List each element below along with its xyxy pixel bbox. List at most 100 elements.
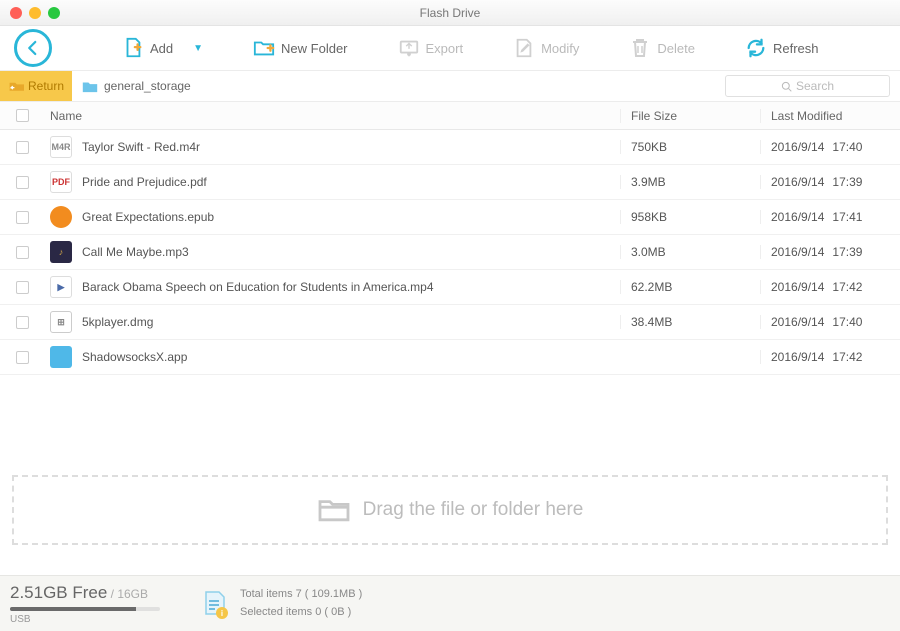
file-size: 62.2MB (620, 280, 760, 294)
row-checkbox[interactable] (16, 351, 29, 364)
file-size: 750KB (620, 140, 760, 154)
file-type-icon: ♪ (50, 241, 72, 263)
file-date: 2016/9/14 (771, 245, 824, 259)
table-header: Name File Size Last Modified (0, 102, 900, 130)
file-size: 38.4MB (620, 315, 760, 329)
add-dropdown-button[interactable]: ▼ (193, 43, 203, 54)
file-plus-icon (122, 37, 144, 59)
total-space: / 16GB (107, 587, 148, 601)
row-checkbox[interactable] (16, 281, 29, 294)
storage-bar (10, 607, 160, 611)
file-type-icon (50, 346, 72, 368)
toolbar: Add ▼ New Folder Export Modify Delete Re… (0, 26, 900, 70)
search-icon (781, 81, 792, 92)
total-items-label: Total items 7 ( 109.1MB ) (240, 586, 362, 604)
window-title: Flash Drive (0, 6, 900, 20)
column-name[interactable]: Name (44, 109, 620, 123)
storage-info: 2.51GB Free / 16GB USB (10, 583, 180, 625)
file-type-icon: ▶ (50, 276, 72, 298)
delete-label: Delete (657, 41, 695, 56)
file-type-icon (50, 206, 72, 228)
file-time: 17:41 (832, 210, 862, 224)
file-type-icon: M4R (50, 136, 72, 158)
breadcrumb[interactable]: general_storage (72, 79, 725, 93)
new-folder-button[interactable]: New Folder (253, 37, 347, 59)
file-time: 17:42 (832, 280, 862, 294)
refresh-label: Refresh (773, 41, 819, 56)
file-time: 17:39 (832, 175, 862, 189)
breadcrumb-label: general_storage (104, 79, 191, 93)
file-name: Great Expectations.epub (82, 210, 214, 224)
file-size: 958KB (620, 210, 760, 224)
table-row[interactable]: ⊞ 5kplayer.dmg 38.4MB 2016/9/14 17:40 (0, 305, 900, 340)
export-label: Export (426, 41, 464, 56)
file-type-icon: PDF (50, 171, 72, 193)
file-date: 2016/9/14 (771, 280, 824, 294)
storage-bar-fill (10, 607, 136, 611)
file-date: 2016/9/14 (771, 140, 824, 154)
file-list: M4R Taylor Swift - Red.m4r 750KB 2016/9/14 1… (0, 130, 900, 375)
free-space: 2.51GB Free (10, 583, 107, 602)
file-name: Taylor Swift - Red.m4r (82, 140, 200, 154)
drive-label: USB (10, 614, 180, 625)
svg-text:i: i (221, 609, 223, 618)
search-input[interactable]: Search (725, 75, 890, 97)
table-row[interactable]: ▶ Barack Obama Speech on Education for St… (0, 270, 900, 305)
file-name: 5kplayer.dmg (82, 315, 153, 329)
export-button: Export (398, 37, 464, 59)
item-stats: i Total items 7 ( 109.1MB ) Selected ite… (200, 586, 362, 621)
export-icon (398, 37, 420, 59)
trash-icon (629, 37, 651, 59)
return-button[interactable]: Return (0, 71, 72, 101)
row-checkbox[interactable] (16, 316, 29, 329)
file-date: 2016/9/14 (771, 350, 824, 364)
row-checkbox[interactable] (16, 176, 29, 189)
row-checkbox[interactable] (16, 211, 29, 224)
file-type-icon: ⊞ (50, 311, 72, 333)
add-button[interactable]: Add (122, 37, 173, 59)
new-folder-label: New Folder (281, 41, 347, 56)
search-placeholder: Search (796, 79, 834, 93)
return-label: Return (28, 79, 64, 93)
modify-label: Modify (541, 41, 579, 56)
arrow-left-icon (24, 39, 42, 57)
delete-button: Delete (629, 37, 695, 59)
refresh-button[interactable]: Refresh (745, 37, 819, 59)
table-row[interactable]: M4RTaylor Swift - Red.m4r750KB2016/9/141… (0, 130, 900, 165)
column-size[interactable]: File Size (620, 109, 760, 123)
column-modified[interactable]: Last Modified (760, 109, 900, 123)
file-name: Call Me Maybe.mp3 (82, 245, 189, 259)
refresh-icon (745, 37, 767, 59)
file-name: Barack Obama Speech on Education for Stu… (82, 280, 434, 294)
folder-open-icon (317, 496, 351, 524)
select-all-checkbox[interactable] (16, 109, 29, 122)
file-date: 2016/9/14 (771, 175, 824, 189)
modify-button: Modify (513, 37, 579, 59)
file-name: ShadowsocksX.app (82, 350, 187, 364)
path-bar: Return general_storage Search (0, 70, 900, 102)
add-label: Add (150, 41, 173, 56)
row-checkbox[interactable] (16, 141, 29, 154)
table-row[interactable]: ♪ Call Me Maybe.mp3 3.0MB 2016/9/14 17:39 (0, 235, 900, 270)
info-file-icon: i (200, 589, 230, 619)
file-time: 17:40 (832, 315, 862, 329)
folder-icon (82, 80, 98, 93)
edit-icon (513, 37, 535, 59)
file-time: 17:42 (832, 350, 862, 364)
file-time: 17:39 (832, 245, 862, 259)
folder-plus-icon (253, 37, 275, 59)
status-bar: 2.51GB Free / 16GB USB i Total items 7 (… (0, 575, 900, 631)
table-row[interactable]: ShadowsocksX.app 2016/9/14 17:42 (0, 340, 900, 375)
row-checkbox[interactable] (16, 246, 29, 259)
table-row[interactable]: PDFPride and Prejudice.pdf3.9MB2016/9/14… (0, 165, 900, 200)
file-name: Pride and Prejudice.pdf (82, 175, 207, 189)
selected-items-label: Selected items 0 ( 0B ) (240, 604, 362, 622)
table-row[interactable]: Great Expectations.epub958KB2016/9/1417:… (0, 200, 900, 235)
drop-zone-label: Drag the file or folder here (363, 499, 584, 521)
titlebar: Flash Drive (0, 0, 900, 26)
drop-zone[interactable]: Drag the file or folder here (12, 475, 888, 545)
return-icon (8, 79, 24, 93)
file-date: 2016/9/14 (771, 315, 824, 329)
back-button[interactable] (14, 29, 52, 67)
file-size: 3.0MB (620, 245, 760, 259)
